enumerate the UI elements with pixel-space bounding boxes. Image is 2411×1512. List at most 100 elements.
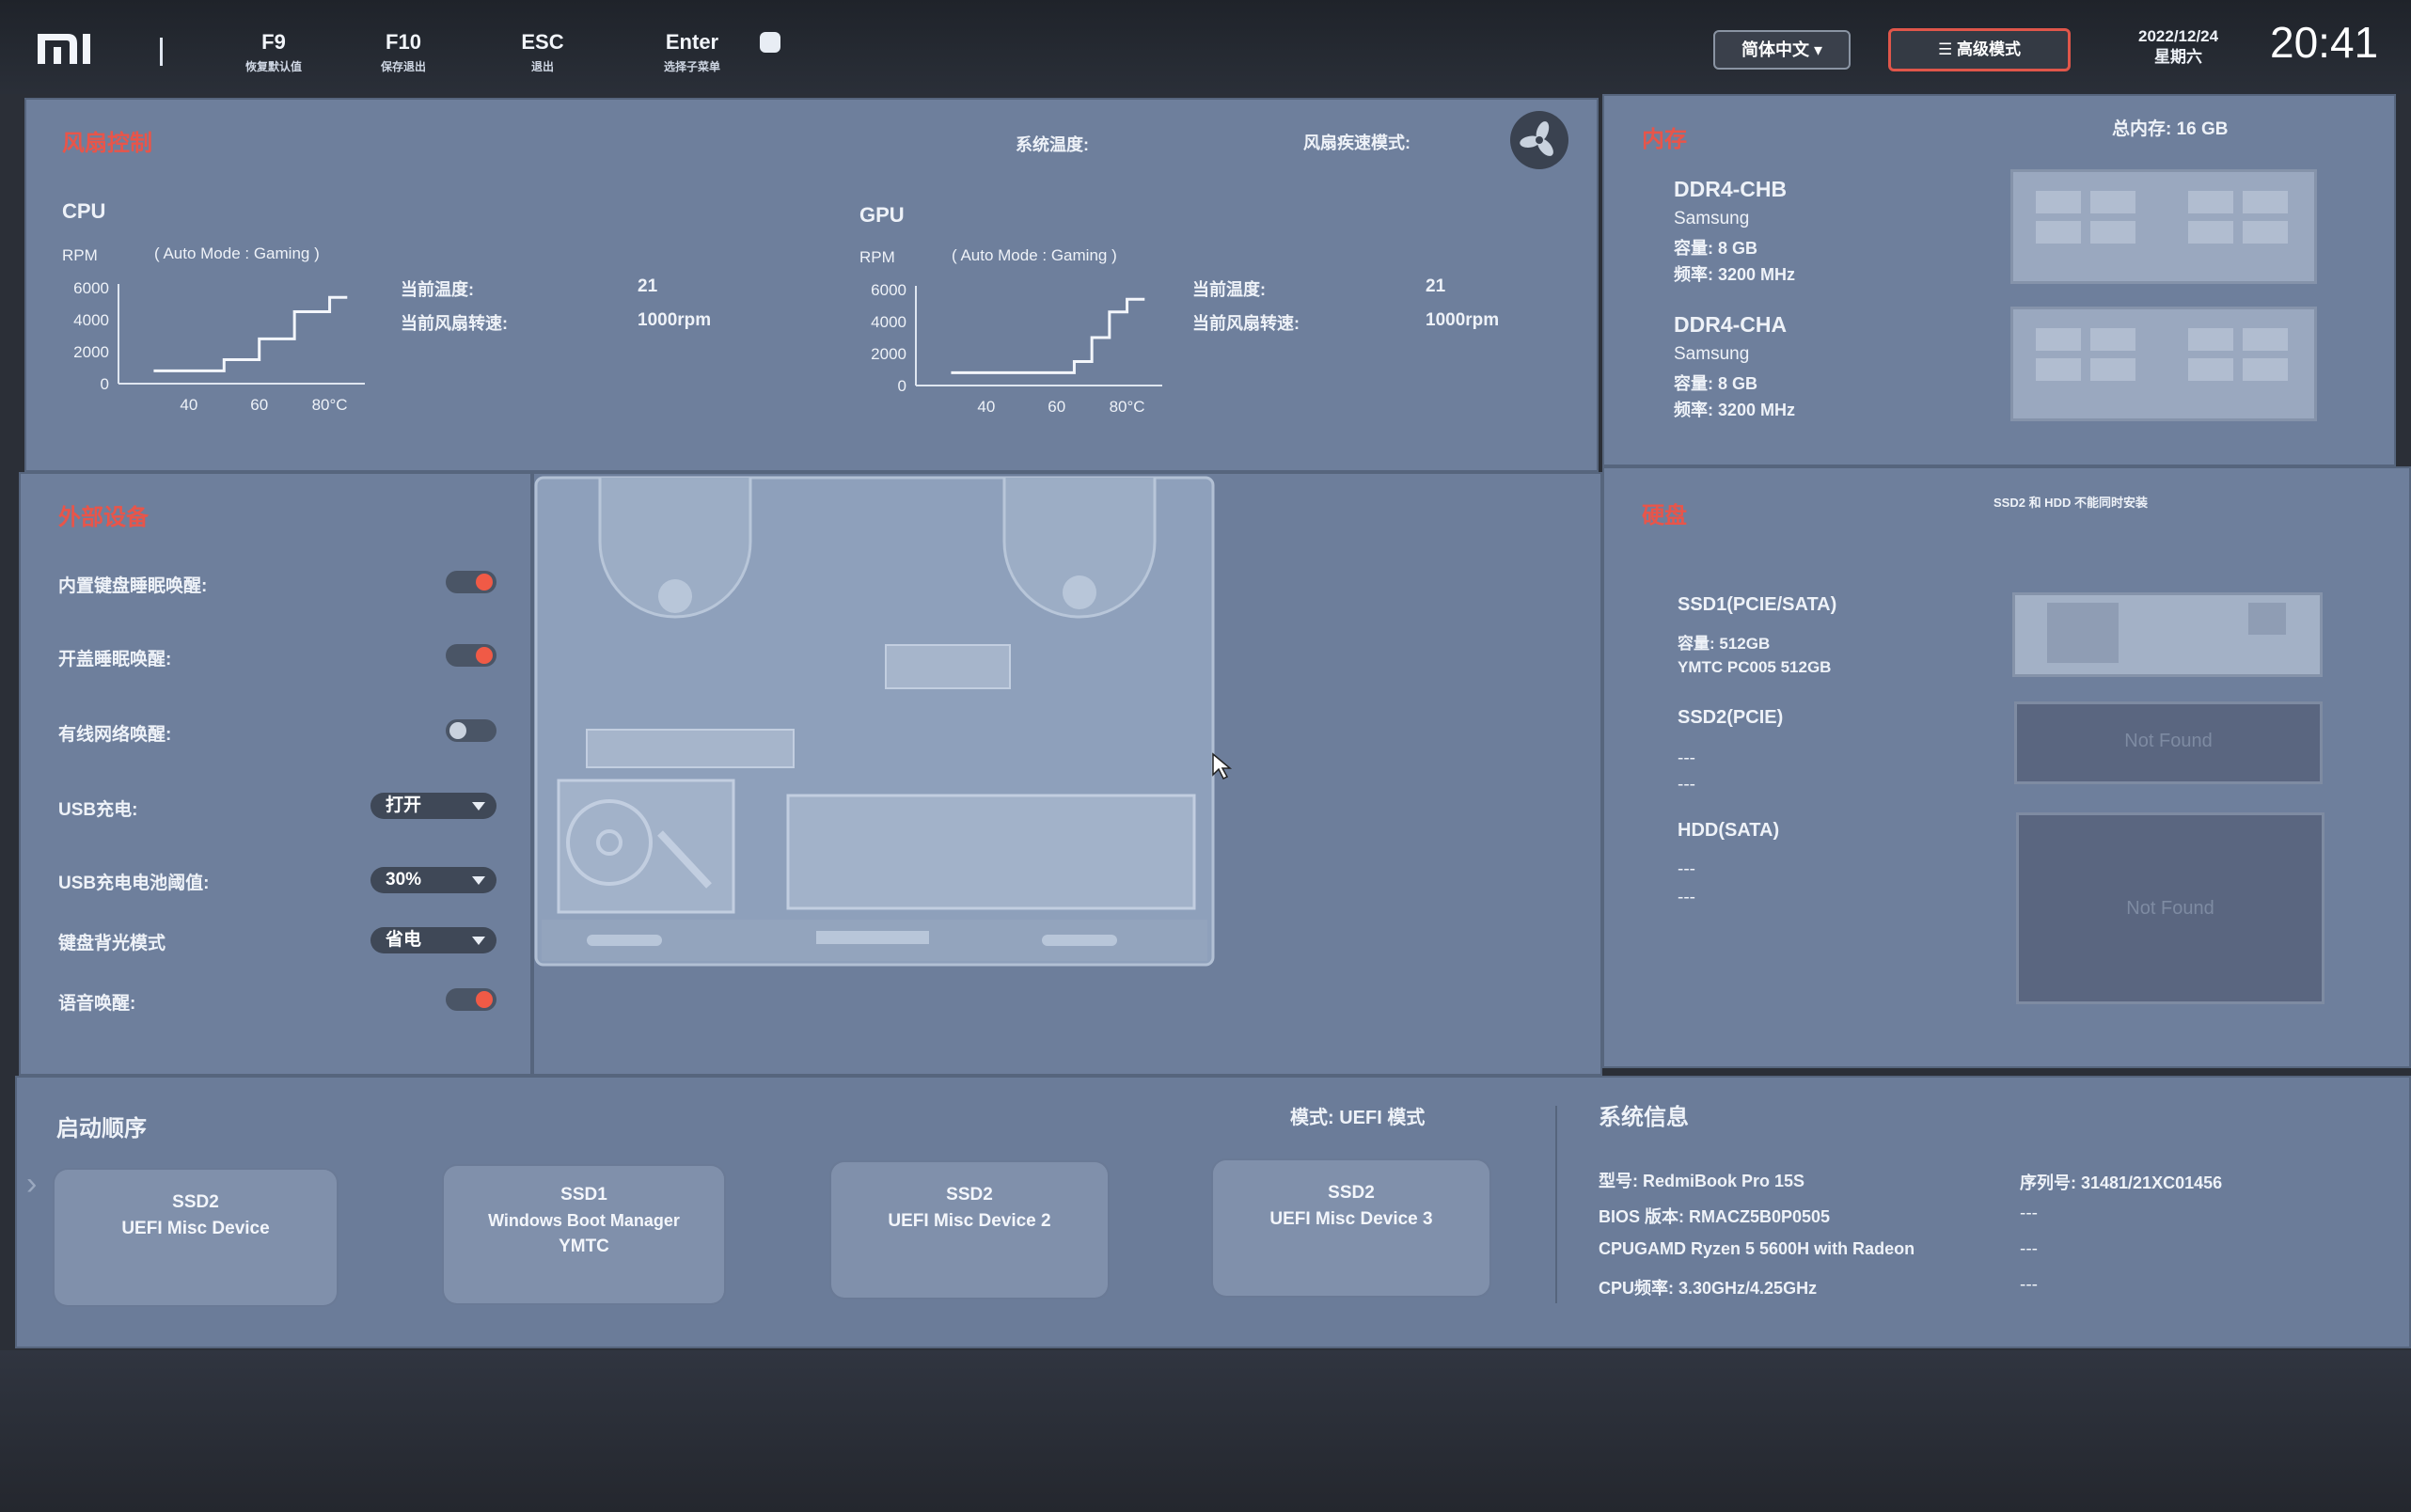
setting-label: 键盘背光模式 — [58, 934, 166, 953]
boot-item-3[interactable]: SSD2 UEFI Misc Device 2 — [831, 1162, 1108, 1298]
boot-device-name: UEFI Misc Device — [121, 1219, 270, 1238]
serial-number: 序列号: 31481/21XC01456 — [2020, 1173, 2223, 1192]
lan-wake-toggle[interactable] — [446, 719, 496, 742]
setting-label: USB充电电池阈值: — [58, 874, 210, 893]
disk-capacity: 容量: 512GB — [1678, 635, 1771, 653]
cpu-model: CPUGAMD Ryzen 5 5600H with Radeon — [1599, 1239, 1915, 1258]
hotkey-label: 恢复默认值 — [244, 60, 302, 73]
hotkey-enter[interactable]: Enter 选择子菜单 — [654, 30, 730, 74]
cpu-temp-value: 21 — [638, 276, 658, 296]
disk-name: HDD(SATA) — [1678, 820, 1780, 841]
cpu-fan-curve-chart: 6000 4000 2000 0 40 60 80°C — [73, 279, 365, 414]
memory-total: 总内存: 16 GB — [2112, 119, 2229, 139]
memory-slot-name: DDR4-CHB — [1674, 177, 1788, 201]
setting-label: 有线网络唤醒: — [58, 725, 172, 745]
fan-mode-toggle[interactable] — [1510, 111, 1568, 169]
gpu-speed-label: 当前风扇转速: — [1192, 314, 1300, 333]
fan-curve-line — [951, 297, 1145, 374]
boot-item-4[interactable]: SSD2 UEFI Misc Device 3 — [1213, 1160, 1489, 1296]
y-tick-label: 6000 — [871, 281, 906, 299]
memory-slot-capacity: 容量: 8 GB — [1674, 239, 1758, 258]
memory-slot-capacity: 容量: 8 GB — [1674, 374, 1758, 393]
usb-charge-select[interactable]: 打开 — [370, 793, 496, 819]
chevron-down-icon — [472, 802, 485, 811]
boot-device: SSD1 — [560, 1185, 607, 1205]
x-tick-label: 40 — [977, 398, 995, 416]
setting-label: USB充电: — [58, 800, 138, 820]
memory-slot-name: DDR4-CHA — [1674, 312, 1788, 337]
setting-label: 语音唤醒: — [58, 994, 136, 1014]
advanced-mode-label: 高级模式 — [1956, 40, 2021, 58]
backlight-mode-select[interactable]: 省电 — [370, 927, 496, 953]
keyboard-wake-toggle[interactable] — [446, 571, 496, 593]
cpu-mode-text: ( Auto Mode : Gaming ) — [154, 244, 320, 262]
y-tick-label: 2000 — [73, 343, 109, 361]
disk-name: SSD1(PCIE/SATA) — [1678, 594, 1837, 615]
chevron-left-icon[interactable]: › — [26, 1166, 37, 1203]
select-value: 30% — [386, 870, 422, 890]
lid-wake-toggle[interactable] — [446, 644, 496, 667]
fan-mode-label: 风扇疾速模式: — [1303, 134, 1410, 152]
boot-device-name: UEFI Misc Device 3 — [1269, 1209, 1433, 1229]
y-tick-label: 4000 — [871, 313, 906, 331]
fan-curve-line — [153, 295, 348, 372]
date-display: 2022/12/24 星期六 — [2138, 26, 2218, 68]
hotkey-key: F9 — [261, 30, 286, 54]
hotkey-key: ESC — [521, 30, 564, 54]
cpu-frequency: CPU频率: 3.30GHz/4.25GHz — [1599, 1279, 1818, 1298]
screen-bezel — [0, 1350, 2411, 1512]
bios-version: BIOS 版本: RMACZ5B0P0505 — [1599, 1207, 1831, 1226]
y-tick-label: 4000 — [73, 311, 109, 329]
gpu-rpm-label: RPM — [859, 248, 895, 266]
system-info-title: 系统信息 — [1599, 1105, 1689, 1130]
disk-model: --- — [1678, 775, 1695, 795]
not-found-text: Not Found — [2124, 731, 2213, 751]
boot-mode: 模式: UEFI 模式 — [1290, 1108, 1426, 1128]
x-tick-label: 60 — [250, 396, 268, 414]
memory-module-image — [2010, 169, 2317, 284]
ram-chip-icon — [2036, 191, 2288, 244]
toggle-knob — [476, 647, 493, 664]
language-select[interactable]: 简体中文 ▾ — [1713, 30, 1851, 70]
voice-wake-toggle[interactable] — [446, 988, 496, 1011]
screenshot-icon[interactable] — [760, 32, 780, 53]
boot-item-2[interactable]: SSD1 Windows Boot Manager YMTC — [444, 1166, 724, 1303]
external-devices-panel — [19, 472, 532, 1076]
disk-name: SSD2(PCIE) — [1678, 707, 1784, 728]
chevron-down-icon — [472, 876, 485, 885]
y-tick-label: 6000 — [73, 279, 109, 297]
fan-control-title: 风扇控制 — [62, 131, 152, 156]
memory-slot-frequency: 频率: 3200 MHz — [1674, 401, 1796, 419]
language-label: 简体中文 — [1741, 40, 1809, 59]
boot-device-name: Windows Boot Manager — [488, 1211, 680, 1230]
hotkey-label: 退出 — [530, 60, 554, 73]
boot-device: SSD2 — [946, 1185, 993, 1205]
usb-threshold-select[interactable]: 30% — [370, 867, 496, 893]
x-tick-label: 40 — [180, 396, 197, 414]
x-tick-label: 60 — [1048, 398, 1065, 416]
top-bar: F9 恢复默认值 F10 保存退出 ESC 退出 Enter 选择子菜单 简体中… — [0, 0, 2411, 94]
cpu-label: CPU — [62, 199, 106, 223]
disk-capacity: --- — [1678, 859, 1695, 879]
memory-title: 内存 — [1642, 127, 1687, 152]
gpu-mode-text: ( Auto Mode : Gaming ) — [952, 246, 1117, 264]
x-tick-label: 80°C — [312, 396, 348, 414]
chevron-down-icon — [472, 937, 485, 945]
setting-label: 开盖睡眠唤醒: — [58, 650, 172, 669]
boot-device: SSD2 — [1328, 1183, 1375, 1203]
hotkey-f10[interactable]: F10 保存退出 — [370, 30, 436, 74]
cpu-speed-value: 1000rpm — [638, 310, 712, 330]
hotkey-f9[interactable]: F9 恢复默认值 — [241, 30, 307, 74]
boot-item-1[interactable]: SSD2 UEFI Misc Device — [55, 1170, 337, 1305]
advanced-mode-button[interactable]: ☰ 高级模式 — [1888, 28, 2071, 71]
hdd-card: Not Found — [2016, 812, 2324, 1004]
cpu-rpm-label: RPM — [62, 246, 98, 264]
memory-slot-frequency: 频率: 3200 MHz — [1674, 265, 1796, 284]
sysinfo-placeholder: --- — [2020, 1239, 2038, 1259]
ssd2-card: Not Found — [2014, 701, 2323, 784]
system-temp-label: 系统温度: — [1016, 135, 1089, 154]
toggle-knob — [449, 722, 466, 739]
boot-order-title: 启动顺序 — [56, 1116, 147, 1142]
date-text: 2022/12/24 — [2138, 27, 2219, 45]
hotkey-esc[interactable]: ESC 退出 — [510, 30, 575, 74]
